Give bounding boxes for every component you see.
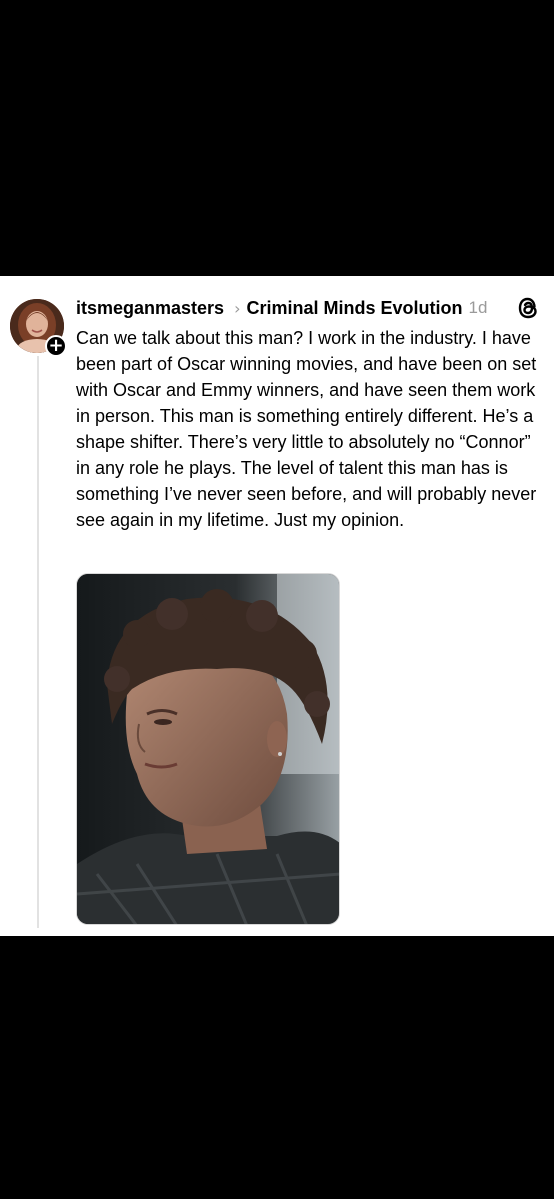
post-time: 1d <box>468 298 488 317</box>
follow-button[interactable]: + <box>45 335 67 357</box>
post-text: Can we talk about this man? I work in th… <box>76 328 537 530</box>
threads-logo-icon[interactable] <box>516 295 540 321</box>
community-name[interactable]: Criminal Minds Evolution <box>246 298 462 319</box>
username[interactable]: itsmeganmasters <box>76 298 224 319</box>
chevron-right-icon: › <box>234 298 241 318</box>
post-image[interactable] <box>76 573 340 925</box>
post-header: itsmeganmasters › Criminal Minds Evoluti… <box>76 295 487 321</box>
thread-line <box>37 356 39 928</box>
post-card: + itsmeganmasters › Criminal Minds Evolu… <box>0 276 554 936</box>
